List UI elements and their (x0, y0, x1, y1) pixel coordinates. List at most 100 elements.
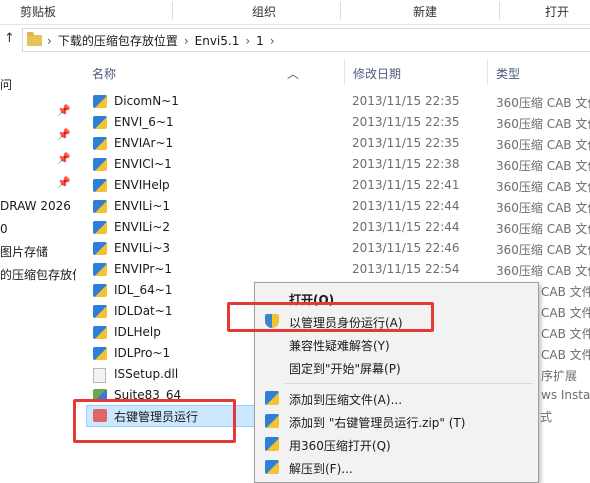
nav-item-quick-access[interactable]: 问 (0, 74, 12, 96)
file-date: 2013/11/15 22:54 (352, 262, 460, 276)
file-row[interactable]: ENVILi~1 2013/11/15 22:44 360压缩 CAB 文件 (86, 196, 590, 217)
column-divider[interactable] (487, 60, 488, 84)
file-date: 2013/11/15 22:44 (352, 199, 460, 213)
pin-icon: 📌 (57, 152, 71, 165)
address-box[interactable]: › 下载的压缩包存放位置 › Envi5.1 › 1 › (22, 28, 590, 52)
file-type: ws Install... (541, 388, 590, 402)
cab-archive-icon (93, 284, 107, 297)
file-type: CAB 文件 (541, 348, 590, 362)
file-name: ENVILi~3 (114, 241, 171, 255)
breadcrumb-item-envi[interactable]: Envi5.1 (195, 34, 240, 48)
cab-archive-icon (93, 137, 107, 150)
archive-icon (265, 391, 279, 405)
menu-item-label: 解压到(F)... (289, 462, 353, 476)
address-bar[interactable]: ↑ › 下载的压缩包存放位置 › Envi5.1 › 1 › (0, 27, 590, 52)
chevron-right-icon: › (245, 34, 251, 48)
navigation-pane: 问 📌 📌 📌 📌 DRAW 2026 0 图片存储 的压缩包存放位 (0, 56, 76, 481)
file-row[interactable]: ENVIPr~1 2013/11/15 22:54 360压缩 CAB 文件 (86, 259, 590, 280)
file-name: ENVILi~1 (114, 199, 171, 213)
menu-item-extract-to[interactable]: 解压到(F)... (255, 456, 538, 478)
file-row[interactable]: DicomN~1 2013/11/15 22:35 360压缩 CAB 文件 (86, 91, 590, 112)
ribbon-group-clipboard: 剪贴板 (20, 5, 57, 19)
ribbon-divider (172, 2, 173, 20)
file-name: ENVIAr~1 (114, 136, 174, 150)
file-type: 360压缩 CAB 文件 (496, 264, 590, 278)
nav-item-draw[interactable]: DRAW 2026 (0, 195, 71, 217)
file-row[interactable]: ENVI_6~1 2013/11/15 22:35 360压缩 CAB 文件 (86, 112, 590, 133)
dll-file-icon (93, 368, 106, 383)
file-date: 2013/11/15 22:46 (352, 241, 460, 255)
menu-separator (285, 383, 533, 384)
file-type: 360压缩 CAB 文件 (496, 201, 590, 215)
highlight-box-run-as-admin (227, 302, 434, 332)
column-divider[interactable] (344, 60, 345, 84)
cab-archive-icon (93, 116, 107, 129)
nav-item-0[interactable]: 0 (0, 218, 8, 240)
file-row[interactable]: ENVICl~1 2013/11/15 22:38 360压缩 CAB 文件 (86, 154, 590, 175)
sort-ascending-icon: ︿ (287, 67, 300, 81)
file-type: CAB 文件 (541, 285, 590, 299)
menu-item-compat-troubleshoot[interactable]: 兼容性疑难解答(Y) (255, 333, 538, 355)
file-date: 2013/11/15 22:35 (352, 115, 460, 129)
file-row[interactable]: ENVILi~3 2013/11/15 22:46 360压缩 CAB 文件 (86, 238, 590, 259)
ribbon: 剪贴板 组织 新建 打开 (0, 0, 590, 25)
file-type: 360压缩 CAB 文件 (496, 222, 590, 236)
file-type: 360压缩 CAB 文件 (496, 117, 590, 131)
menu-item-label: 添加到 "右键管理员运行.zip" (T) (289, 416, 466, 430)
nav-item-image-storage[interactable]: 图片存储 (0, 241, 48, 263)
chevron-right-icon: › (269, 34, 275, 48)
ribbon-divider (499, 2, 500, 20)
file-row[interactable]: ENVIAr~1 2013/11/15 22:35 360压缩 CAB 文件 (86, 133, 590, 154)
cab-archive-icon (93, 158, 107, 171)
pin-icon: 📌 (57, 104, 71, 117)
menu-item-label: 固定到"开始"屏幕(P) (289, 362, 401, 376)
chevron-right-icon: › (47, 34, 52, 48)
cab-archive-icon (93, 305, 107, 318)
ribbon-group-open: 打开 (545, 5, 570, 19)
ribbon-group-new: 新建 (413, 5, 438, 19)
up-arrow-icon[interactable]: ↑ (4, 31, 15, 46)
breadcrumb: › 下载的压缩包存放位置 › Envi5.1 › 1 › (47, 32, 281, 49)
file-date: 2013/11/15 22:35 (352, 136, 460, 150)
file-row-tail: 式 (540, 405, 590, 426)
cab-archive-icon (93, 200, 107, 213)
menu-item-open-with-360[interactable]: 用360压缩打开(Q) (255, 433, 538, 455)
file-type: 360压缩 CAB 文件 (496, 138, 590, 152)
cab-archive-icon (93, 326, 107, 339)
column-date[interactable]: 修改日期 (353, 65, 401, 82)
cab-archive-icon (93, 221, 107, 234)
file-name: ENVIPr~1 (114, 262, 172, 276)
column-name[interactable]: 名称 (92, 65, 116, 82)
ribbon-group-organize: 组织 (252, 5, 277, 19)
file-name: ENVILi~2 (114, 220, 171, 234)
menu-item-pin-to-start[interactable]: 固定到"开始"屏幕(P) (255, 356, 538, 378)
file-type: CAB 文件 (541, 327, 590, 341)
file-type: 序扩展 (541, 369, 578, 383)
menu-item-add-to-zip[interactable]: 添加到 "右键管理员运行.zip" (T) (255, 410, 538, 432)
file-type: 360压缩 CAB 文件 (496, 243, 590, 257)
menu-item-label: 用360压缩打开(Q) (289, 439, 391, 453)
column-type[interactable]: 类型 (496, 65, 520, 82)
nav-item-downloads[interactable]: 的压缩包存放位 (0, 264, 76, 286)
file-name: IDL_64~1 (114, 283, 173, 297)
file-date: 2013/11/15 22:41 (352, 178, 460, 192)
menu-item-add-to-archive[interactable]: 添加到压缩文件(A)... (255, 387, 538, 409)
file-row[interactable]: ENVIHelp 2013/11/15 22:41 360压缩 CAB 文件 (86, 175, 590, 196)
cab-archive-icon (93, 179, 107, 192)
file-date: 2013/11/15 22:35 (352, 94, 460, 108)
file-type: CAB 文件 (541, 306, 590, 320)
pin-icon: 📌 (57, 128, 71, 141)
file-name: IDLHelp (114, 325, 161, 339)
file-type: 360压缩 CAB 文件 (496, 180, 590, 194)
archive-icon (265, 460, 279, 474)
chevron-right-icon: › (183, 34, 189, 48)
menu-item-label: 兼容性疑难解答(Y) (289, 339, 390, 353)
menu-item-label: 添加到压缩文件(A)... (289, 393, 403, 407)
file-type: 式 (540, 410, 553, 424)
file-type: 360压缩 CAB 文件 (496, 159, 590, 173)
file-row[interactable]: ENVILi~2 2013/11/15 22:44 360压缩 CAB 文件 (86, 217, 590, 238)
breadcrumb-item-1[interactable]: 1 (256, 34, 264, 48)
file-name: IDLDat~1 (114, 304, 173, 318)
breadcrumb-item-downloads[interactable]: 下载的压缩包存放位置 (58, 34, 178, 48)
cab-archive-icon (93, 242, 107, 255)
